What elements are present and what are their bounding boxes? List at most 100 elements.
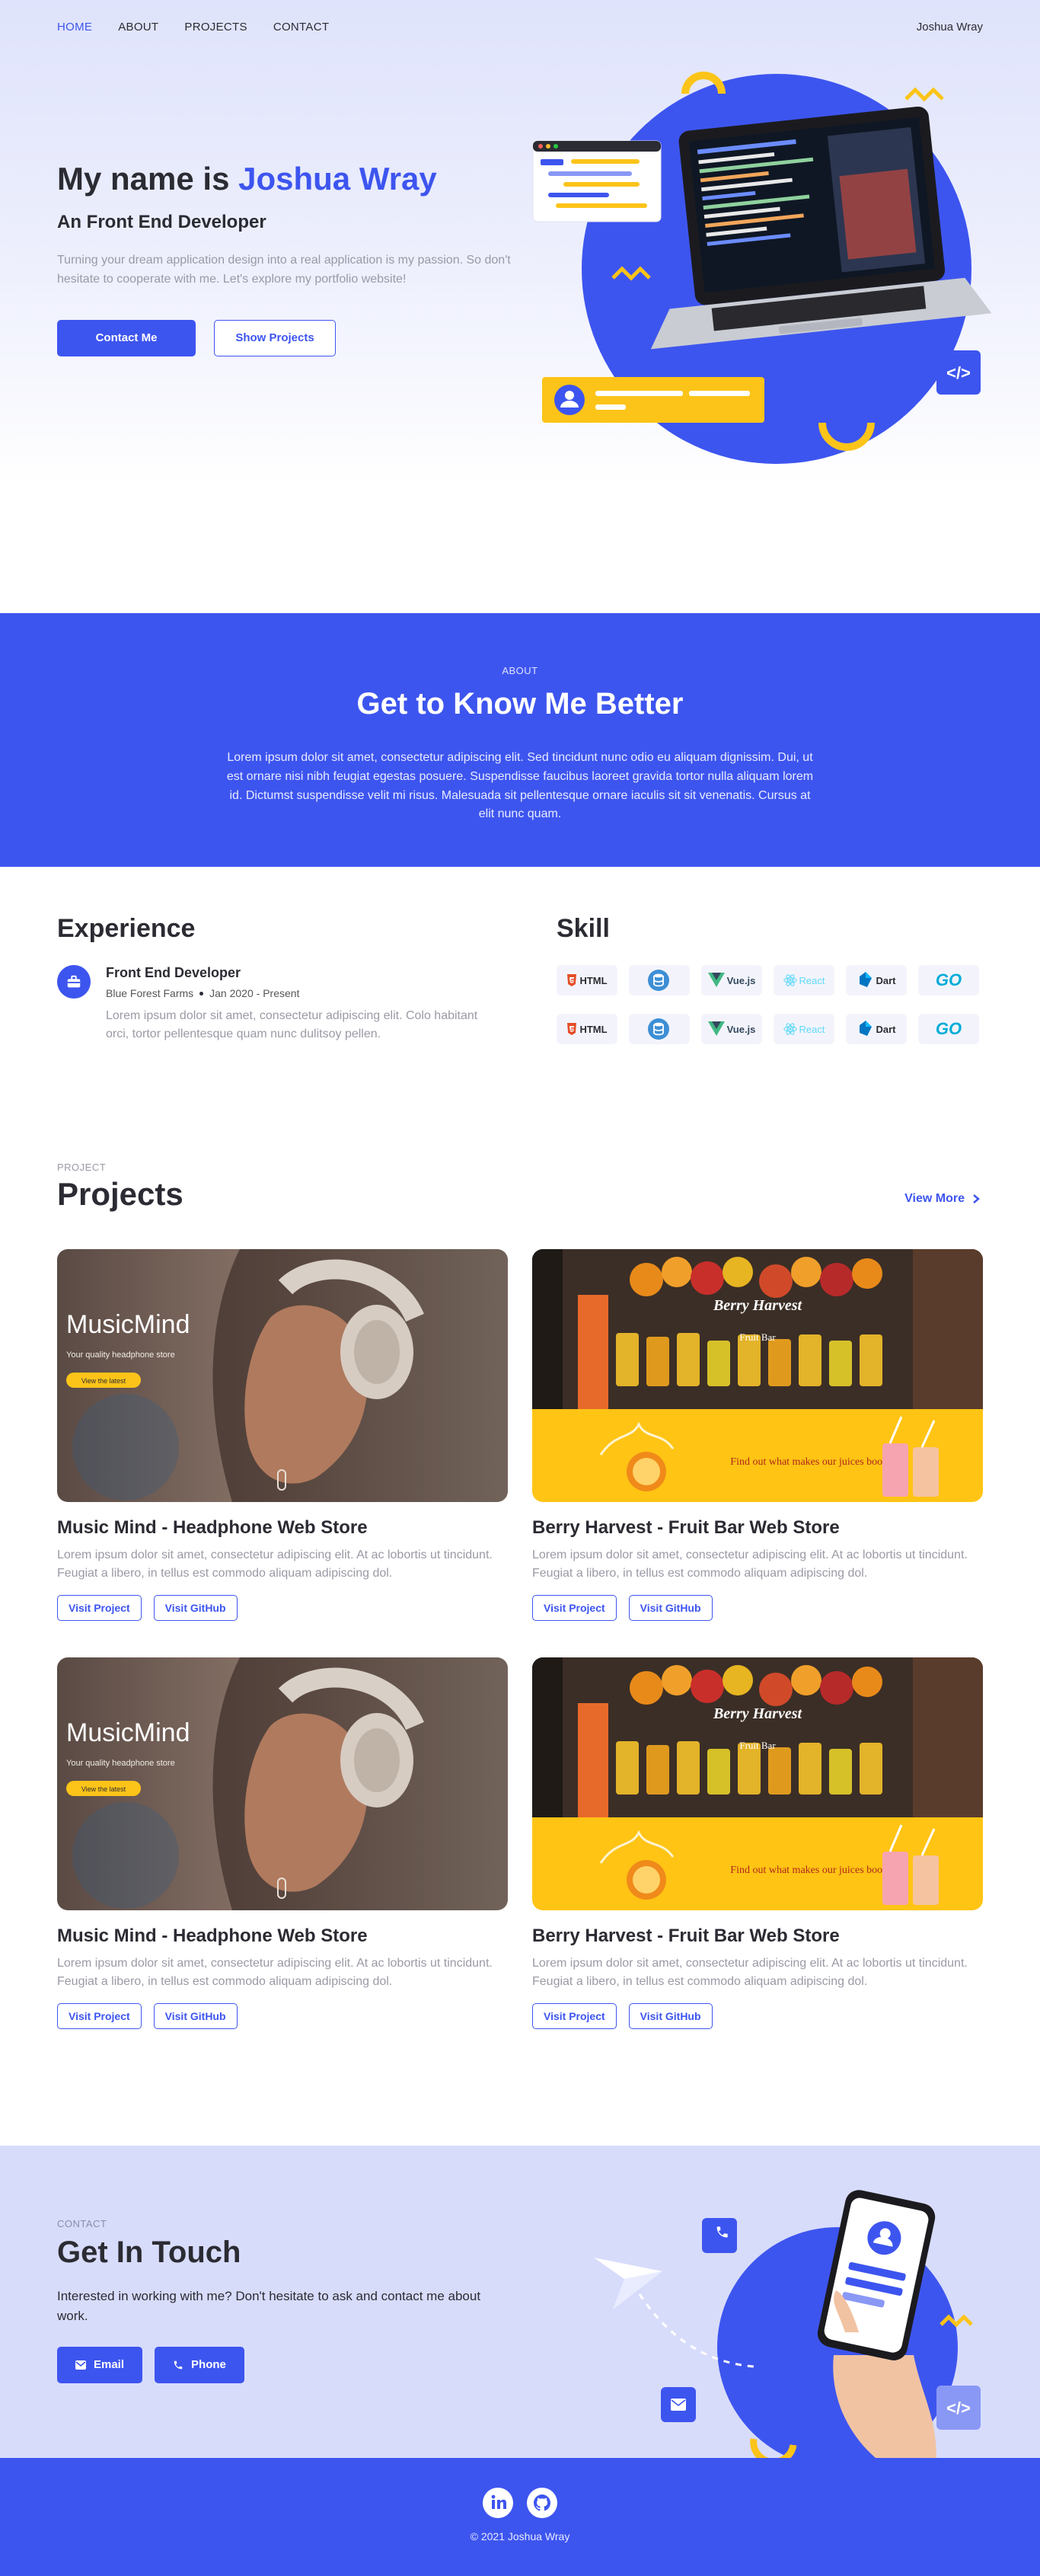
database-icon bbox=[647, 969, 670, 992]
nav-link-contact[interactable]: CONTACT bbox=[273, 21, 329, 34]
project-thumbnail[interactable]: MusicMind Your quality headphone store V… bbox=[57, 1249, 508, 1502]
project-card: MusicMind Your quality headphone store V… bbox=[57, 1249, 508, 1621]
project-thumbnail[interactable]: Berry Harvest Fruit Bar Find out what ma… bbox=[532, 1657, 983, 1910]
database-icon bbox=[647, 1018, 670, 1040]
project-buttons: Visit Project Visit GitHub bbox=[57, 2003, 508, 2029]
react-icon bbox=[783, 1022, 797, 1036]
hero-title-name: Joshua Wray bbox=[238, 161, 437, 197]
skill-tile-vue: Vue.js bbox=[701, 1014, 762, 1044]
email-button-label: Email bbox=[94, 2358, 125, 2372]
contact-intro: CONTACT Get In Touch Interested in worki… bbox=[57, 2218, 499, 2383]
visit-project-button[interactable]: Visit Project bbox=[57, 2003, 142, 2029]
visit-github-button[interactable]: Visit GitHub bbox=[628, 2003, 713, 2029]
nav-link-projects[interactable]: PROJECTS bbox=[184, 21, 247, 34]
about-title: Get to Know Me Better bbox=[356, 687, 684, 721]
brand-name[interactable]: Joshua Wray bbox=[917, 21, 983, 34]
skill-label: HTML bbox=[579, 974, 608, 986]
project-description: Lorem ipsum dolor sit amet, consectetur … bbox=[57, 1957, 493, 1988]
copyright: © 2021 Joshua Wray bbox=[470, 2530, 570, 2542]
project-description: Lorem ipsum dolor sit amet, consectetur … bbox=[57, 1548, 493, 1580]
contact-kicker: CONTACT bbox=[57, 2218, 107, 2229]
berry-harvest-thumbnail: Berry Harvest Fruit Bar Find out what ma… bbox=[532, 1249, 983, 1502]
nav-link-home[interactable]: HOME bbox=[57, 21, 92, 34]
html5-icon bbox=[566, 1023, 577, 1035]
skill-tile-database bbox=[629, 965, 690, 996]
berry-harvest-banner: Find out what makes our juices boom! bbox=[730, 1865, 894, 1876]
separator-dot bbox=[199, 992, 204, 996]
github-icon[interactable] bbox=[527, 2488, 557, 2518]
experience-title: Experience bbox=[57, 914, 196, 943]
hero-buttons: Contact Me Show Projects bbox=[57, 319, 514, 356]
phone-button[interactable]: Phone bbox=[155, 2346, 244, 2383]
project-description: Lorem ipsum dolor sit amet, consectetur … bbox=[532, 1548, 968, 1580]
skill-label: Vue.js bbox=[726, 1023, 756, 1035]
html5-icon bbox=[566, 974, 577, 986]
skill-label: HTML bbox=[579, 1023, 608, 1035]
skill-tile-html5: HTML bbox=[557, 1014, 617, 1044]
hero-title: My name is Joshua Wray bbox=[57, 160, 514, 198]
contact-me-button[interactable]: Contact Me bbox=[57, 319, 196, 356]
skill-label: Vue.js bbox=[726, 974, 756, 986]
experience-role: Front End Developer bbox=[106, 965, 241, 980]
skill-tile-dart: Dart bbox=[846, 965, 907, 996]
project-title: Music Mind - Headphone Web Store bbox=[57, 1517, 368, 1538]
skill-label: Dart bbox=[876, 1023, 896, 1035]
email-button[interactable]: Email bbox=[57, 2346, 143, 2383]
project-card: Berry Harvest Fruit Bar Find out what ma… bbox=[532, 1657, 983, 2029]
dart-icon bbox=[857, 1021, 873, 1037]
project-thumbnail[interactable]: MusicMind Your quality headphone store V… bbox=[57, 1657, 508, 1910]
skill-tile-database bbox=[629, 1014, 690, 1044]
react-icon bbox=[783, 973, 797, 987]
view-more-label: View More bbox=[904, 1192, 965, 1205]
about-kicker: ABOUT bbox=[502, 665, 538, 676]
skill-tile-dart: Dart bbox=[846, 1014, 907, 1044]
projects-kicker: PROJECT bbox=[57, 1162, 107, 1173]
contact-section: CONTACT Get In Touch Interested in worki… bbox=[0, 2146, 1040, 2458]
skill-label: GO bbox=[935, 970, 962, 989]
skill-tile-react: React bbox=[774, 1014, 834, 1044]
music-mind-thumbnail: MusicMind Your quality headphone store V… bbox=[57, 1657, 508, 1910]
experience-section: Experience Front End Developer Blue Fore… bbox=[57, 914, 514, 1044]
visit-github-button[interactable]: Visit GitHub bbox=[153, 2003, 238, 2029]
hero-intro: My name is Joshua Wray An Front End Deve… bbox=[57, 160, 514, 356]
visit-project-button[interactable]: Visit Project bbox=[532, 1595, 617, 1621]
footer: © 2021 Joshua Wray bbox=[0, 2458, 1040, 2576]
visit-github-button[interactable]: Visit GitHub bbox=[628, 1595, 713, 1621]
nav-link-about[interactable]: ABOUT bbox=[118, 21, 158, 34]
view-more-link[interactable]: View More bbox=[904, 1192, 980, 1206]
skill-section: Skill HTML Vue.js React Dart GO HTML Vue.js Rea… bbox=[557, 914, 983, 1044]
skill-tile-react: React bbox=[774, 965, 834, 996]
music-mind-cta: View the latest bbox=[81, 1377, 126, 1385]
hero-section: HOME ABOUT PROJECTS CONTACT Joshua Wray … bbox=[0, 0, 1040, 609]
berry-harvest-tagline: Fruit Bar bbox=[739, 1331, 776, 1343]
berry-harvest-brand: Berry Harvest bbox=[713, 1705, 803, 1722]
visit-project-button[interactable]: Visit Project bbox=[532, 2003, 617, 2029]
contact-text: Interested in working with me? Don't hes… bbox=[57, 2289, 481, 2324]
vue-icon bbox=[707, 1021, 725, 1037]
contact-buttons: Email Phone bbox=[57, 2346, 499, 2383]
music-mind-cta: View the latest bbox=[81, 1785, 126, 1793]
music-mind-tagline: Your quality headphone store bbox=[66, 1759, 175, 1768]
nav-links: HOME ABOUT PROJECTS CONTACT bbox=[57, 21, 329, 34]
hero-title-prefix: My name is bbox=[57, 161, 239, 197]
experience-meta: Blue Forest Farms Jan 2020 - Present bbox=[106, 987, 502, 999]
skill-tile-go: GO bbox=[918, 1014, 979, 1044]
project-thumbnail[interactable]: Berry Harvest Fruit Bar Find out what ma… bbox=[532, 1249, 983, 1502]
social-links bbox=[0, 2488, 1040, 2518]
project-card: Berry Harvest Fruit Bar Find out what ma… bbox=[532, 1249, 983, 1621]
projects-title: Projects bbox=[57, 1176, 183, 1212]
show-projects-button[interactable]: Show Projects bbox=[214, 319, 336, 356]
visit-github-button[interactable]: Visit GitHub bbox=[153, 1595, 238, 1621]
linkedin-icon[interactable] bbox=[483, 2488, 513, 2518]
svg-text:</>: </> bbox=[946, 363, 971, 382]
svg-text:</>: </> bbox=[946, 2399, 971, 2418]
contact-phone-illustration: </> bbox=[594, 2190, 981, 2458]
music-mind-brand: MusicMind bbox=[66, 1310, 190, 1339]
visit-project-button[interactable]: Visit Project bbox=[57, 1595, 142, 1621]
about-text: Lorem ipsum dolor sit amet, consectetur … bbox=[226, 751, 814, 821]
berry-harvest-tagline: Fruit Bar bbox=[739, 1740, 776, 1751]
skill-tile-html5: HTML bbox=[557, 965, 617, 996]
project-buttons: Visit Project Visit GitHub bbox=[57, 1595, 508, 1621]
phone-button-label: Phone bbox=[191, 2358, 226, 2372]
phone-icon bbox=[174, 2360, 183, 2369]
